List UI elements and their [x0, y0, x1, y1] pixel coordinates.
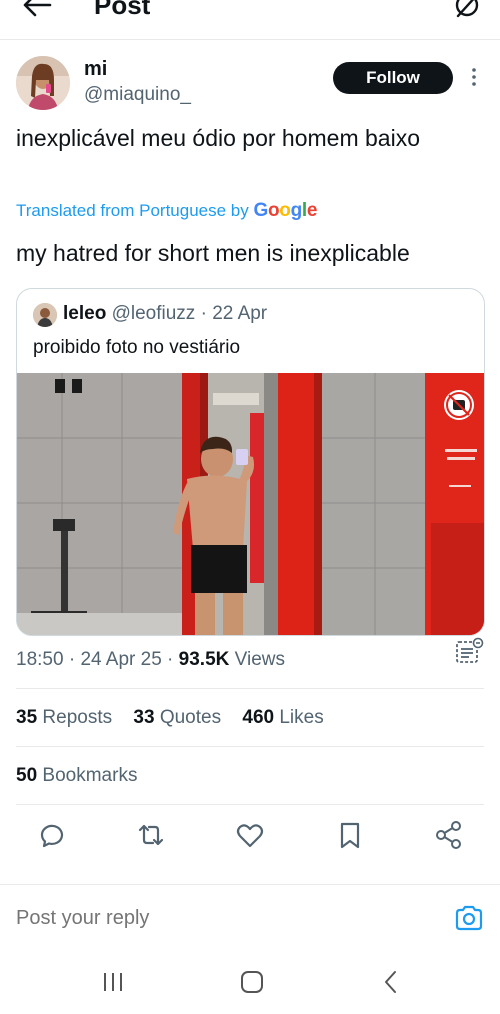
- translation-label: Translated from Portuguese by: [16, 201, 249, 220]
- quote-header: leleo @leofiuzz · 22 Apr: [63, 303, 267, 325]
- quote-separator: ·: [195, 303, 213, 324]
- meta-separator-1: ·: [63, 649, 81, 670]
- quote-author-name: leleo: [63, 303, 107, 324]
- quoted-post[interactable]: leleo @leofiuzz · 22 Apr proibido foto n…: [16, 288, 485, 636]
- page-title: Post: [94, 0, 151, 20]
- share-icon[interactable]: [434, 820, 464, 850]
- quote-author-handle: @leofiuzz: [111, 303, 196, 324]
- likes-label: Likes: [279, 707, 324, 728]
- system-navigation-bar: [0, 947, 500, 1014]
- likes-count: 460: [242, 707, 275, 728]
- quotes-stat[interactable]: 33 Quotes: [133, 707, 221, 728]
- reposts-stat[interactable]: 35 Reposts: [16, 707, 112, 728]
- follow-button[interactable]: Follow: [333, 62, 453, 94]
- quote-text: proibido foto no vestiário: [33, 337, 241, 358]
- quote-avatar: [33, 303, 57, 327]
- reply-input[interactable]: [16, 907, 281, 930]
- home-icon[interactable]: [239, 969, 265, 995]
- post-timestamp: 18:50 · 24 Apr 25 · 93.5K Views: [16, 649, 285, 671]
- avatar[interactable]: [16, 56, 70, 110]
- likes-stat[interactable]: 460 Likes: [242, 707, 323, 728]
- engagement-stats: 35 Reposts 33 Quotes 460 Likes: [16, 707, 324, 729]
- quote-photo[interactable]: [17, 373, 484, 635]
- reposts-label: Reposts: [42, 707, 113, 728]
- repost-icon[interactable]: [136, 820, 166, 850]
- bookmarks-count: 50: [16, 765, 38, 786]
- quotes-label: Quotes: [159, 707, 222, 728]
- analytics-icon[interactable]: [454, 636, 484, 666]
- divider: [16, 688, 484, 689]
- bookmarks-label: Bookmarks: [42, 765, 138, 786]
- recent-apps-icon[interactable]: [100, 969, 126, 995]
- reply-icon[interactable]: [36, 820, 66, 850]
- more-options-icon[interactable]: [469, 66, 479, 88]
- top-bar: Post: [0, 0, 500, 40]
- like-icon[interactable]: [235, 820, 265, 850]
- post-text: inexplicável meu ódio por homem baixo: [16, 125, 420, 151]
- post-time: 18:50: [16, 649, 64, 670]
- quotes-count: 33: [133, 707, 155, 728]
- views-label: Views: [234, 649, 285, 670]
- reposts-count: 35: [16, 707, 38, 728]
- post-date: 24 Apr 25: [80, 649, 162, 670]
- author-name[interactable]: mi: [84, 58, 107, 81]
- bookmark-icon[interactable]: [335, 820, 365, 850]
- arrow-left-icon[interactable]: [22, 0, 52, 18]
- reply-bar: [0, 885, 500, 947]
- google-logo: Google: [253, 200, 318, 221]
- bookmarks-stat[interactable]: 50 Bookmarks: [16, 765, 137, 787]
- camera-icon[interactable]: [454, 904, 484, 932]
- grok-icon[interactable]: [452, 0, 482, 20]
- back-nav-icon[interactable]: [378, 969, 404, 995]
- divider: [16, 804, 484, 805]
- translated-text: my hatred for short men is inexplicable: [16, 240, 410, 266]
- quote-date: 22 Apr: [212, 303, 268, 324]
- translation-attribution[interactable]: Translated from Portuguese by Google: [16, 200, 317, 222]
- author-handle[interactable]: @miaquino_: [84, 84, 191, 106]
- views-count: 93.5K: [178, 649, 230, 670]
- divider: [16, 746, 484, 747]
- meta-separator-2: ·: [161, 649, 179, 670]
